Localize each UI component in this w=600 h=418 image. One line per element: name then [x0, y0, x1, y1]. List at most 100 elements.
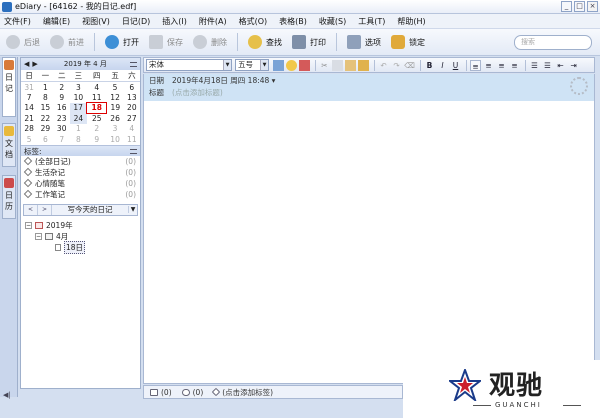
italic-button[interactable]: I — [437, 60, 448, 71]
diary-editor[interactable] — [143, 101, 595, 384]
tab-diary[interactable]: 日记 — [2, 57, 16, 117]
align-justify-icon[interactable]: ≡ — [509, 60, 520, 71]
tree-node-year[interactable]: − 2019年 — [21, 220, 140, 231]
calendar-day[interactable]: 21 — [21, 113, 37, 124]
tag-item-mood[interactable]: 心情随笔 (0) — [21, 178, 140, 189]
menu-format[interactable]: 格式(O) — [239, 16, 268, 27]
calendar-day[interactable]: 29 — [37, 124, 53, 135]
menu-diary[interactable]: 日记(D) — [122, 16, 150, 27]
calendar-day[interactable]: 9 — [87, 134, 107, 145]
delete-button[interactable]: 删除 — [193, 35, 227, 49]
tree-collapse-toggle[interactable]: − — [35, 232, 42, 240]
calendar-day[interactable]: 6 — [124, 82, 140, 93]
open-button[interactable]: 打开 — [105, 35, 139, 49]
close-button[interactable]: × — [587, 1, 598, 12]
font-family-select[interactable]: 宋体 ▼ — [146, 59, 232, 71]
align-right-icon[interactable]: ≡ — [496, 60, 507, 71]
tag-item-life[interactable]: 生活杂记 (0) — [21, 167, 140, 178]
calendar-day[interactable]: 11 — [124, 134, 140, 145]
next-entry-button[interactable]: > — [38, 204, 52, 215]
attachment-status[interactable]: (0) — [150, 388, 172, 397]
write-today-dropdown[interactable]: ▼ — [128, 206, 137, 213]
calendar-day[interactable]: 4 — [124, 124, 140, 135]
find-button[interactable]: 查找 — [248, 35, 282, 49]
search-input[interactable]: 搜索 — [514, 35, 592, 50]
numbered-list-icon[interactable]: ☰ — [542, 60, 553, 71]
calendar-day[interactable]: 4 — [87, 82, 107, 93]
align-left-icon[interactable]: ≡ — [470, 59, 481, 71]
comment-status[interactable]: (0) — [181, 388, 203, 397]
calendar-day[interactable]: 5 — [21, 134, 37, 145]
title-input[interactable]: (点击添加标题) — [172, 87, 223, 98]
bullet-list-icon[interactable]: ☰ — [529, 60, 540, 71]
tree-collapse-toggle[interactable]: − — [25, 221, 32, 229]
indent-icon[interactable]: ⇥ — [568, 60, 579, 71]
format-brush-icon[interactable] — [358, 59, 369, 71]
calendar-next-button[interactable]: ▶ — [32, 60, 37, 68]
save-button[interactable]: 保存 — [149, 35, 183, 49]
calendar-day[interactable]: 26 — [107, 113, 124, 124]
calendar-day[interactable]: 8 — [70, 134, 87, 145]
bold-button[interactable]: B — [424, 60, 435, 71]
calendar-day[interactable]: 9 — [54, 92, 70, 103]
tag-item-all[interactable]: (全部日记) (0) — [21, 156, 140, 167]
calendar-day[interactable]: 5 — [107, 82, 124, 93]
calendar-day[interactable]: 17 — [69, 102, 87, 113]
tree-node-day[interactable]: 18日 — [21, 240, 140, 254]
calendar-day[interactable]: 11 — [87, 92, 107, 103]
menu-view[interactable]: 视图(V) — [82, 16, 110, 27]
print-button[interactable]: 打印 — [292, 35, 326, 49]
calendar-day[interactable]: 7 — [54, 134, 70, 145]
tags-menu-icon[interactable] — [130, 148, 137, 154]
calendar-day[interactable]: 8 — [37, 92, 53, 103]
outdent-icon[interactable]: ⇤ — [555, 60, 566, 71]
calendar-day[interactable]: 24 — [69, 113, 87, 124]
menu-table[interactable]: 表格(B) — [279, 16, 307, 27]
calendar-day[interactable]: 10 — [107, 134, 124, 145]
align-center-icon[interactable]: ≡ — [483, 60, 494, 71]
calendar-day[interactable]: 22 — [37, 113, 53, 124]
undo-icon[interactable]: ↶ — [378, 60, 389, 71]
menu-favorites[interactable]: 收藏(S) — [319, 16, 346, 27]
menu-insert[interactable]: 插入(I) — [162, 16, 187, 27]
date-value[interactable]: 2019年4月18日 周四 18:48 ▾ — [172, 75, 275, 86]
calendar-day[interactable]: 19 — [107, 103, 124, 114]
menu-tools[interactable]: 工具(T) — [358, 16, 385, 27]
emoticon-icon[interactable] — [286, 59, 297, 71]
calendar-day[interactable]: 30 — [54, 124, 70, 135]
calendar-day[interactable]: 20 — [124, 103, 140, 114]
collapse-panel-button[interactable]: ◀| — [3, 391, 11, 399]
tab-calendar[interactable]: 日历 — [2, 175, 16, 219]
tab-documents[interactable]: 文档 — [2, 123, 16, 167]
calendar-day[interactable]: 15 — [37, 103, 53, 114]
minimize-button[interactable]: _ — [561, 1, 572, 12]
cut-icon[interactable]: ✂ — [319, 60, 330, 71]
calendar-prev-button[interactable]: ◀ — [24, 60, 29, 68]
font-size-select[interactable]: 五号 ▼ — [235, 59, 269, 71]
calendar-day[interactable]: 7 — [21, 92, 37, 103]
calendar-day[interactable]: 1 — [70, 124, 87, 135]
calendar-day[interactable]: 12 — [107, 92, 124, 103]
tag-status[interactable]: (点击添加标签) — [212, 387, 273, 398]
calendar-day[interactable]: 3 — [107, 124, 124, 135]
insert-table-icon[interactable] — [299, 59, 310, 71]
menu-edit[interactable]: 编辑(E) — [43, 16, 70, 27]
clear-format-icon[interactable]: ⌫ — [404, 60, 415, 71]
calendar-day[interactable]: 28 — [21, 124, 37, 135]
calendar-menu-icon[interactable] — [130, 61, 137, 67]
menu-help[interactable]: 帮助(H) — [397, 16, 425, 27]
calendar-day[interactable]: 25 — [87, 113, 107, 124]
back-button[interactable]: 后退 — [6, 35, 40, 49]
calendar-day-today[interactable]: 18 — [86, 102, 107, 114]
calendar-day[interactable]: 6 — [37, 134, 53, 145]
calendar-month-title[interactable]: 2019 年 4 月 — [41, 59, 130, 69]
copy-icon[interactable] — [332, 59, 343, 71]
menu-file[interactable]: 文件(F) — [4, 16, 31, 27]
calendar-day[interactable]: 23 — [54, 113, 70, 124]
calendar-day[interactable]: 27 — [124, 113, 140, 124]
lock-button[interactable]: 锁定 — [391, 35, 425, 49]
prev-entry-button[interactable]: < — [24, 204, 38, 215]
maximize-button[interactable]: □ — [574, 1, 585, 12]
calendar-day[interactable]: 13 — [124, 92, 140, 103]
calendar-day[interactable]: 2 — [54, 82, 70, 93]
